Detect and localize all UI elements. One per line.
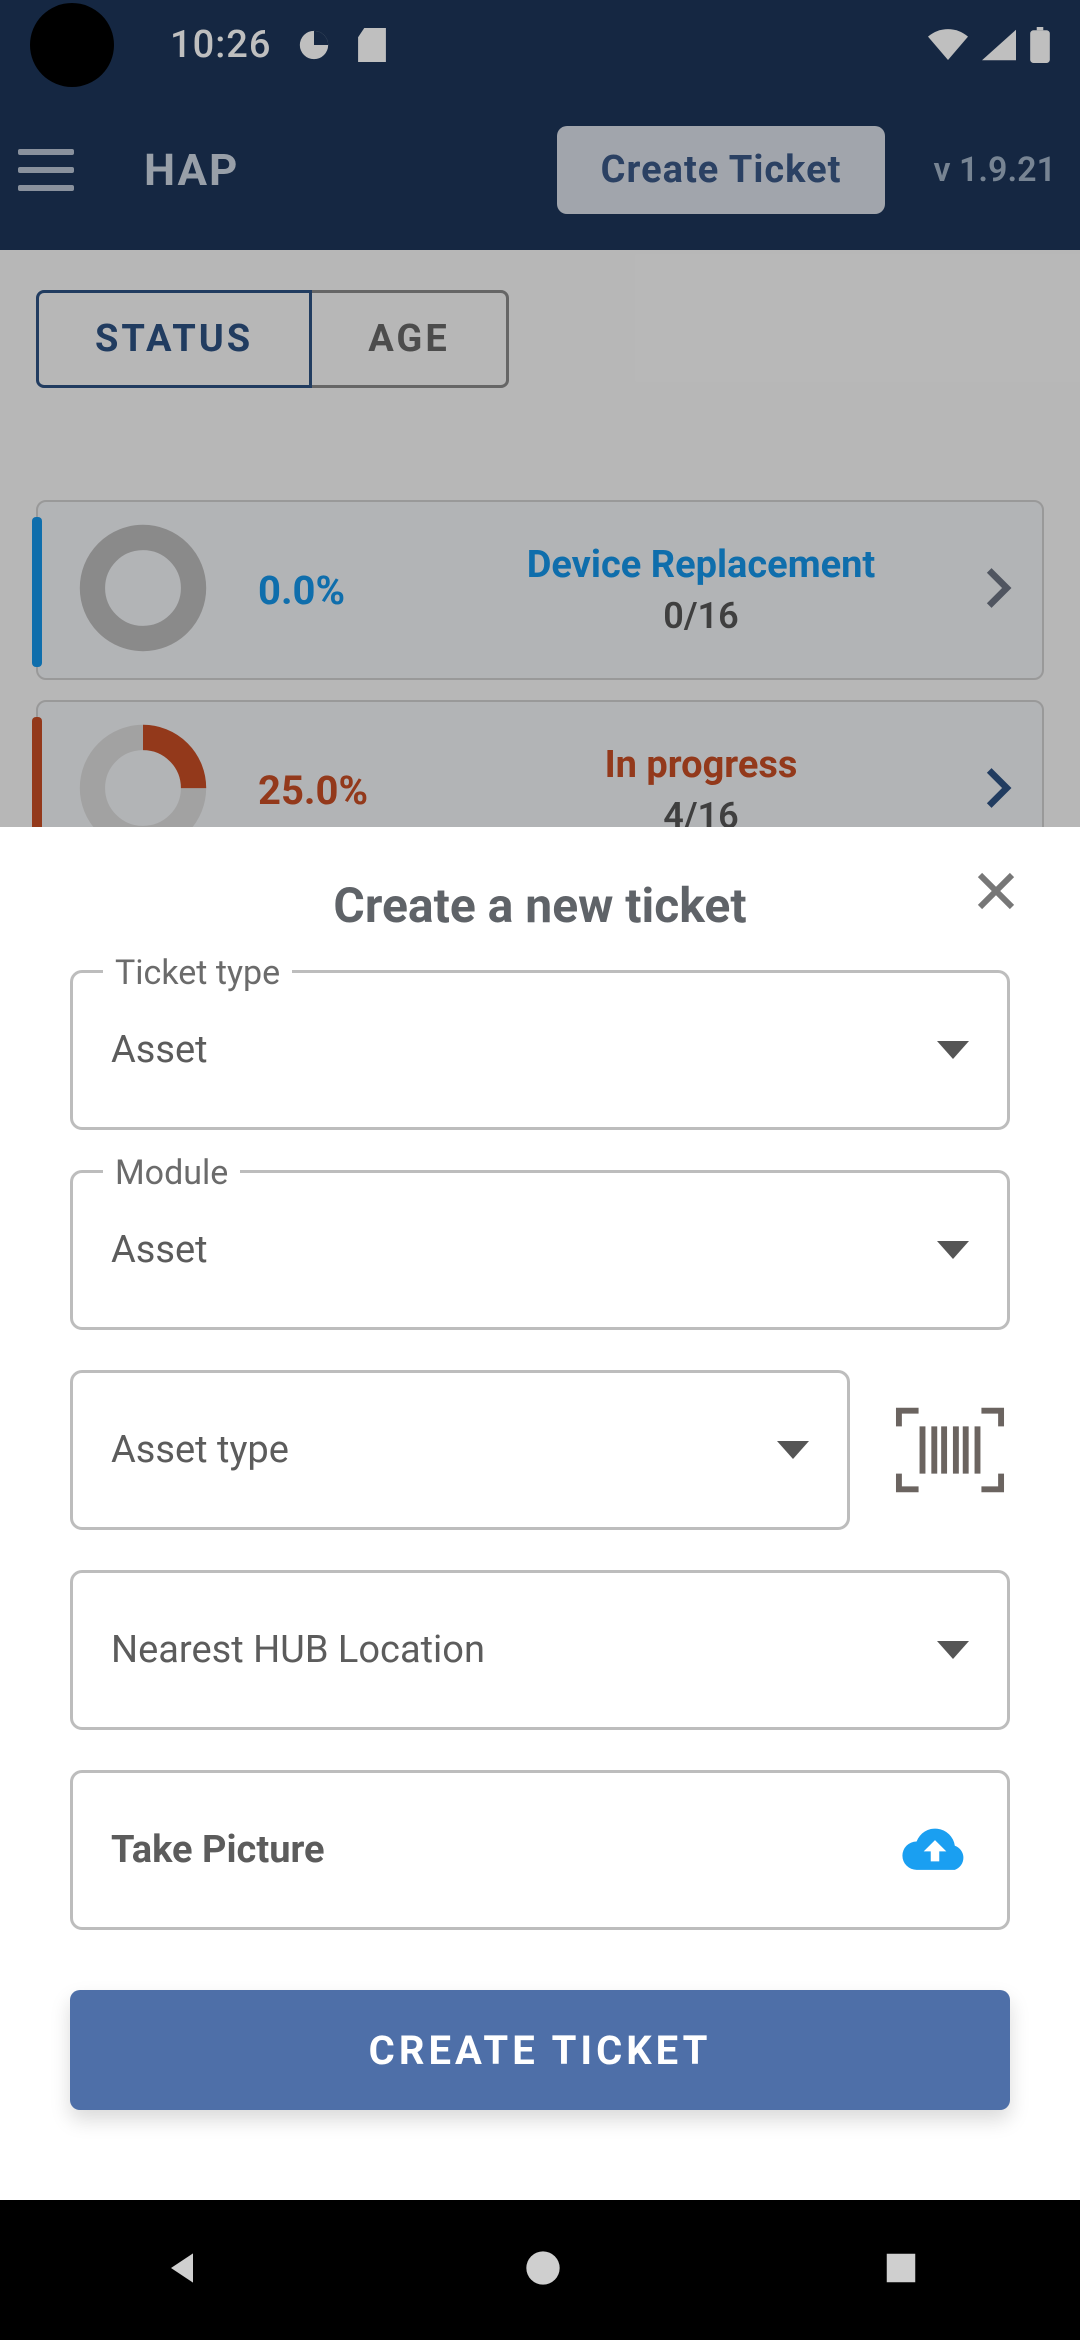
chevron-down-icon — [937, 1641, 969, 1659]
asset-type-select[interactable]: Asset type — [70, 1370, 850, 1530]
android-navbar — [0, 2200, 1080, 2340]
take-picture-button[interactable]: Take Picture — [70, 1770, 1010, 1930]
field-label: Ticket type — [103, 953, 292, 993]
barcode-scan-icon[interactable] — [890, 1400, 1010, 1500]
field-label: Take Picture — [111, 1828, 325, 1872]
sheet-title: Create a new ticket — [333, 877, 746, 934]
field-placeholder: Asset type — [111, 1428, 289, 1472]
nav-recents-icon[interactable] — [882, 2249, 920, 2291]
hub-location-select[interactable]: Nearest HUB Location — [70, 1570, 1010, 1730]
chevron-down-icon — [937, 1241, 969, 1259]
nav-home-icon[interactable] — [523, 2248, 563, 2292]
field-value: Asset — [111, 1028, 208, 1072]
cloud-upload-icon — [901, 1825, 969, 1875]
module-select[interactable]: Module Asset — [70, 1170, 1010, 1330]
chevron-down-icon — [777, 1441, 809, 1459]
field-label: Module — [103, 1153, 240, 1193]
modal-scrim[interactable] — [0, 0, 1080, 827]
ticket-type-select[interactable]: Ticket type Asset — [70, 970, 1010, 1130]
create-ticket-sheet: Create a new ticket Ticket type Asset Mo… — [0, 827, 1080, 2200]
close-icon[interactable] — [972, 867, 1020, 924]
field-value: Asset — [111, 1228, 208, 1272]
nav-back-icon[interactable] — [160, 2246, 204, 2294]
submit-create-ticket-button[interactable]: CREATE TICKET — [70, 1990, 1010, 2110]
chevron-down-icon — [937, 1041, 969, 1059]
field-placeholder: Nearest HUB Location — [111, 1628, 485, 1672]
